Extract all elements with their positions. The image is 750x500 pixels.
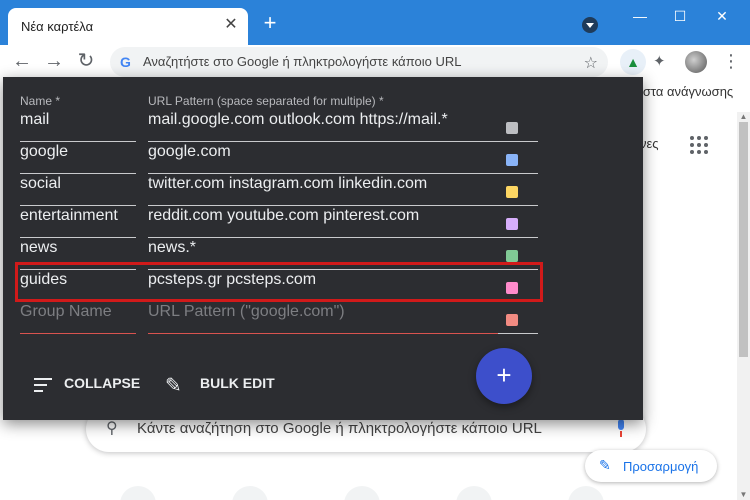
close-window-icon[interactable]: ✕ — [712, 8, 732, 25]
group-name: social — [20, 175, 61, 192]
search-placeholder: Κάντε αναζήτηση στο Google ή πληκτρολογή… — [137, 420, 542, 437]
google-icon: G — [120, 54, 131, 70]
avatar[interactable] — [685, 51, 707, 73]
group-name-input[interactable]: Group Name — [20, 302, 136, 334]
pencil-icon: ✎ — [165, 375, 182, 397]
url-pattern-placeholder: URL Pattern ("google.com") — [148, 303, 345, 320]
color-swatch[interactable] — [506, 314, 518, 326]
tab-groups-popup: Name * URL Pattern (space separated for … — [3, 77, 643, 420]
apps-grid-icon[interactable] — [690, 136, 708, 154]
mic-icon[interactable] — [616, 417, 626, 437]
tab-title: Νέα καρτέλα — [21, 19, 94, 34]
tab-search-icon[interactable] — [582, 17, 598, 33]
shortcut-tile[interactable] — [568, 486, 604, 500]
url-pattern-field[interactable]: twitter.com instagram.com linkedin.com — [148, 174, 510, 206]
customize-button[interactable]: ✎ Προσαρμογή — [585, 450, 717, 482]
url-pattern: mail.google.com outlook.com https://mail… — [148, 111, 448, 128]
collapse-button[interactable]: COLLAPSE — [64, 375, 140, 399]
collapse-icon — [34, 378, 52, 396]
url-pattern-field[interactable]: mail.google.com outlook.com https://mail… — [148, 110, 510, 142]
bulk-edit-button[interactable]: BULK EDIT — [200, 375, 275, 399]
group-name-field[interactable]: social — [20, 174, 136, 206]
omnibox[interactable]: G Αναζητήστε στο Google ή πληκτρολογήστε… — [110, 47, 608, 77]
color-swatch[interactable] — [506, 186, 518, 198]
color-picker[interactable] — [498, 142, 538, 174]
url-pattern: news.* — [148, 239, 197, 256]
toolbar: ← → ↻ G Αναζητήστε στο Google ή πληκτρολ… — [0, 45, 750, 81]
color-swatch[interactable] — [506, 218, 518, 230]
group-name: mail — [20, 111, 50, 128]
minimize-icon[interactable]: — — [630, 8, 650, 24]
shortcut-tile[interactable] — [344, 486, 380, 500]
color-swatch[interactable] — [506, 154, 518, 166]
close-icon[interactable]: ✕ — [222, 16, 240, 34]
puzzle-icon[interactable]: ✦ — [653, 52, 666, 70]
header-name: Name * — [20, 94, 61, 108]
scrollbar[interactable]: ▲ ▼ — [737, 112, 750, 500]
scroll-down-icon[interactable]: ▼ — [737, 490, 750, 500]
scroll-thumb[interactable] — [739, 122, 748, 357]
shortcut-tile[interactable] — [456, 486, 492, 500]
color-swatch[interactable] — [506, 250, 518, 262]
color-picker[interactable] — [498, 110, 538, 142]
shortcut-tile[interactable] — [232, 486, 268, 500]
back-icon[interactable]: ← — [10, 50, 34, 74]
pencil-icon: ✎ — [599, 457, 611, 473]
highlight-box — [15, 262, 543, 302]
group-name: google — [20, 143, 69, 160]
bookmarks-reading-list[interactable]: ίστα ανάγνωσης — [640, 84, 733, 99]
group-name-placeholder: Group Name — [20, 303, 112, 320]
forward-icon[interactable]: → — [42, 50, 66, 74]
tab-new-tab[interactable]: Νέα καρτέλα ✕ — [8, 8, 248, 45]
header-url-pattern: URL Pattern (space separated for multipl… — [148, 94, 384, 108]
color-swatch[interactable] — [506, 122, 518, 134]
plus-icon[interactable]: + — [259, 12, 281, 35]
scroll-up-icon[interactable]: ▲ — [737, 112, 750, 122]
extension-icon[interactable]: ▲ — [620, 49, 646, 75]
add-group-button[interactable]: + — [476, 348, 532, 404]
search-icon: ⚲ — [106, 420, 118, 437]
url-pattern-field[interactable]: reddit.com youtube.com pinterest.com — [148, 206, 510, 238]
tab-strip: Νέα καρτέλα ✕ + — ☐ ✕ — [0, 0, 750, 45]
url-pattern-field[interactable]: google.com — [148, 142, 510, 174]
omnibox-placeholder: Αναζητήστε στο Google ή πληκτρολογήστε κ… — [143, 54, 462, 69]
group-name-field[interactable]: google — [20, 142, 136, 174]
group-name: entertainment — [20, 207, 118, 224]
url-pattern: reddit.com youtube.com pinterest.com — [148, 207, 420, 224]
color-picker[interactable] — [498, 206, 538, 238]
url-pattern: twitter.com instagram.com linkedin.com — [148, 175, 428, 192]
color-picker[interactable] — [498, 174, 538, 206]
customize-label: Προσαρμογή — [623, 459, 699, 474]
reload-icon[interactable]: ↻ — [74, 50, 98, 74]
group-name: news — [20, 239, 58, 256]
star-icon[interactable]: ☆ — [584, 53, 598, 73]
more-icon[interactable]: ⋮ — [722, 51, 740, 72]
group-name-field[interactable]: entertainment — [20, 206, 136, 238]
shortcut-tile[interactable] — [120, 486, 156, 500]
group-name-field[interactable]: mail — [20, 110, 136, 142]
url-pattern-input[interactable]: URL Pattern ("google.com") — [148, 302, 510, 334]
url-pattern: google.com — [148, 143, 231, 160]
color-picker[interactable] — [498, 302, 538, 334]
maximize-icon[interactable]: ☐ — [670, 8, 690, 25]
